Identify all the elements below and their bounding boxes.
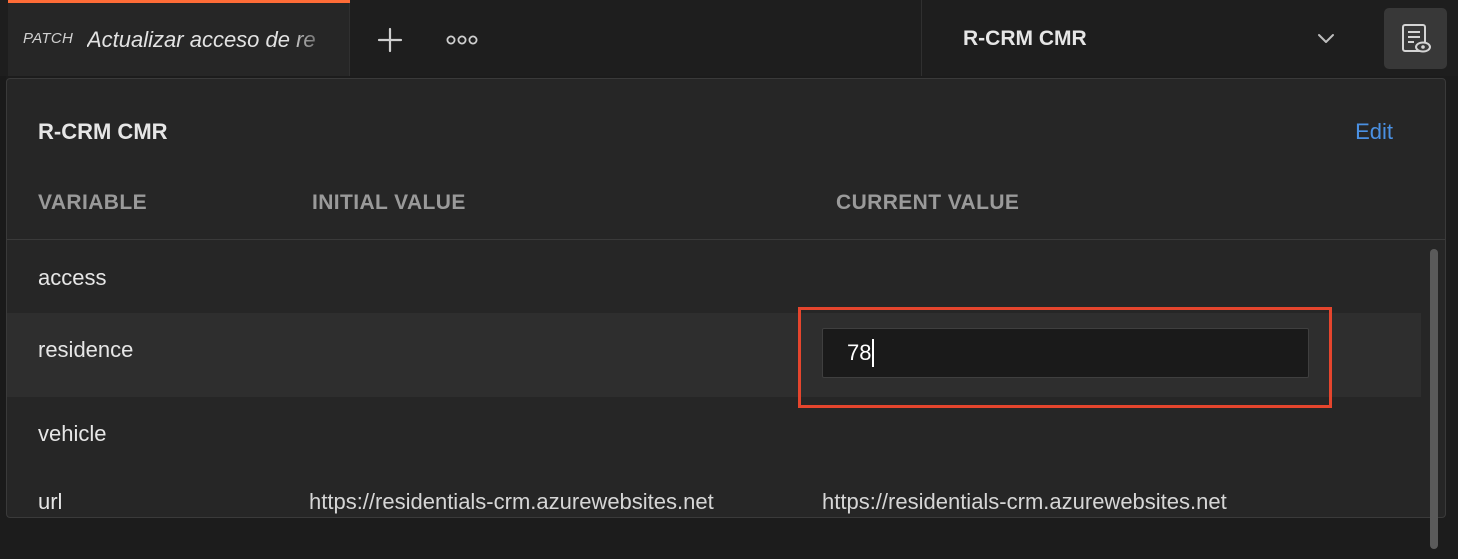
scrollbar-thumb[interactable] bbox=[1430, 249, 1438, 549]
tab-title: Actualizar acceso de re bbox=[87, 27, 316, 52]
column-header-initial-value: INITIAL VALUE bbox=[312, 191, 466, 214]
initial-value: https://residentials-crm.azurewebsites.n… bbox=[309, 489, 714, 514]
current-value-text: 78 bbox=[847, 340, 872, 365]
edit-link[interactable]: Edit bbox=[1355, 119, 1393, 145]
scrollbar[interactable] bbox=[1427, 247, 1441, 549]
variable-name: url bbox=[38, 489, 63, 514]
variable-row[interactable]: vehicle bbox=[7, 397, 1421, 481]
panel-title: R-CRM CMR bbox=[38, 119, 168, 144]
text-cursor bbox=[872, 339, 875, 367]
request-tab[interactable]: PATCH Actualizar acceso de re bbox=[8, 0, 350, 76]
variable-row-selected[interactable]: residence 78 bbox=[7, 313, 1421, 397]
environment-quick-look-icon bbox=[1401, 23, 1431, 52]
variable-name: vehicle bbox=[38, 421, 107, 446]
environment-selector[interactable]: R-CRM CMR bbox=[921, 0, 1367, 76]
environment-quick-look-button[interactable] bbox=[1384, 8, 1447, 69]
active-tab-indicator bbox=[8, 0, 350, 3]
environment-quick-look-panel: R-CRM CMR Edit VARIABLE INITIAL VALUE CU… bbox=[6, 78, 1446, 549]
column-header-current-value: CURRENT VALUE bbox=[836, 191, 1020, 214]
more-horizontal-icon bbox=[446, 35, 478, 45]
plus-icon bbox=[377, 27, 403, 53]
variable-name: access bbox=[38, 265, 107, 290]
current-value[interactable]: https://residentials-crm.azurewebsites.n… bbox=[822, 489, 1342, 515]
current-value-input[interactable]: 78 bbox=[822, 328, 1309, 378]
header-divider bbox=[7, 239, 1445, 240]
chevron-down-icon bbox=[1318, 34, 1334, 43]
column-header-variable: VARIABLE bbox=[38, 191, 147, 214]
tab-method-label: PATCH bbox=[23, 30, 74, 47]
new-tab-button[interactable] bbox=[368, 18, 412, 62]
more-tabs-button[interactable] bbox=[440, 18, 484, 62]
variable-name: residence bbox=[38, 337, 134, 362]
top-bar: PATCH Actualizar acceso de re R-CRM CMR bbox=[0, 0, 1458, 76]
environment-name: R-CRM CMR bbox=[963, 27, 1087, 50]
variable-row[interactable]: url https://residentials-crm.azurewebsit… bbox=[7, 475, 1421, 559]
